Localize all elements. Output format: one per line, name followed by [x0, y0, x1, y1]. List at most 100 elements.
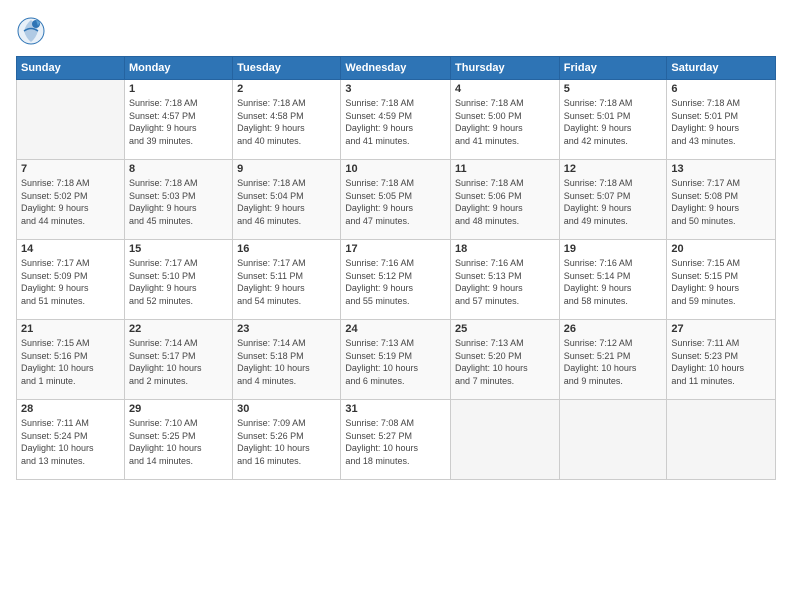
day-info: Sunrise: 7:14 AMSunset: 5:17 PMDaylight:… — [129, 337, 228, 387]
logo — [16, 16, 50, 46]
day-number: 11 — [455, 163, 555, 175]
day-number: 13 — [671, 163, 771, 175]
calendar-week-row: 7 Sunrise: 7:18 AMSunset: 5:02 PMDaylight… — [17, 160, 776, 240]
day-number: 4 — [455, 83, 555, 95]
day-info: Sunrise: 7:18 AMSunset: 5:03 PMDaylight:… — [129, 177, 228, 227]
calendar-cell: 31 Sunrise: 7:08 AMSunset: 5:27 PMDayligh… — [341, 400, 451, 480]
calendar-cell: 10 Sunrise: 7:18 AMSunset: 5:05 PMDayligh… — [341, 160, 451, 240]
day-info: Sunrise: 7:15 AMSunset: 5:15 PMDaylight:… — [671, 257, 771, 307]
calendar-day-header: Tuesday — [233, 57, 341, 80]
calendar-cell: 9 Sunrise: 7:18 AMSunset: 5:04 PMDaylight… — [233, 160, 341, 240]
calendar-day-header: Thursday — [451, 57, 560, 80]
day-info: Sunrise: 7:17 AMSunset: 5:08 PMDaylight:… — [671, 177, 771, 227]
calendar-cell: 29 Sunrise: 7:10 AMSunset: 5:25 PMDayligh… — [124, 400, 232, 480]
day-info: Sunrise: 7:09 AMSunset: 5:26 PMDaylight:… — [237, 417, 336, 467]
day-info: Sunrise: 7:14 AMSunset: 5:18 PMDaylight:… — [237, 337, 336, 387]
day-number: 26 — [564, 323, 663, 335]
day-info: Sunrise: 7:18 AMSunset: 4:59 PMDaylight:… — [345, 97, 446, 147]
day-info: Sunrise: 7:18 AMSunset: 5:04 PMDaylight:… — [237, 177, 336, 227]
day-number: 29 — [129, 403, 228, 415]
day-number: 23 — [237, 323, 336, 335]
calendar-day-header: Wednesday — [341, 57, 451, 80]
calendar-cell: 21 Sunrise: 7:15 AMSunset: 5:16 PMDayligh… — [17, 320, 125, 400]
calendar-cell: 20 Sunrise: 7:15 AMSunset: 5:15 PMDayligh… — [667, 240, 776, 320]
calendar-day-header: Saturday — [667, 57, 776, 80]
calendar-cell: 5Sunrise: 7:18 AMSunset: 5:01 PMDaylight… — [559, 80, 667, 160]
day-number: 16 — [237, 243, 336, 255]
calendar-day-header: Monday — [124, 57, 232, 80]
calendar-cell — [451, 400, 560, 480]
calendar-cell: 3 Sunrise: 7:18 AMSunset: 4:59 PMDaylight… — [341, 80, 451, 160]
day-info: Sunrise: 7:18 AMSunset: 4:58 PMDaylight:… — [237, 97, 336, 147]
calendar-week-row: 1Sunrise: 7:18 AMSunset: 4:57 PMDaylight… — [17, 80, 776, 160]
day-number: 21 — [21, 323, 120, 335]
day-info: Sunrise: 7:16 AMSunset: 5:14 PMDaylight:… — [564, 257, 663, 307]
day-number: 30 — [237, 403, 336, 415]
day-number: 3 — [345, 83, 446, 95]
calendar-week-row: 14 Sunrise: 7:17 AMSunset: 5:09 PMDayligh… — [17, 240, 776, 320]
calendar-cell: 28 Sunrise: 7:11 AMSunset: 5:24 PMDayligh… — [17, 400, 125, 480]
calendar-cell — [667, 400, 776, 480]
page-header — [16, 16, 776, 46]
day-number: 27 — [671, 323, 771, 335]
calendar-header-row: SundayMondayTuesdayWednesdayThursdayFrid… — [17, 57, 776, 80]
calendar-cell: 15Sunrise: 7:17 AMSunset: 5:10 PMDayligh… — [124, 240, 232, 320]
day-info: Sunrise: 7:18 AMSunset: 5:02 PMDaylight:… — [21, 177, 120, 227]
day-info: Sunrise: 7:15 AMSunset: 5:16 PMDaylight:… — [21, 337, 120, 387]
calendar-day-header: Friday — [559, 57, 667, 80]
calendar-table: SundayMondayTuesdayWednesdayThursdayFrid… — [16, 56, 776, 480]
day-info: Sunrise: 7:17 AMSunset: 5:11 PMDaylight:… — [237, 257, 336, 307]
day-info: Sunrise: 7:18 AMSunset: 5:05 PMDaylight:… — [345, 177, 446, 227]
calendar-week-row: 21 Sunrise: 7:15 AMSunset: 5:16 PMDayligh… — [17, 320, 776, 400]
day-info: Sunrise: 7:18 AMSunset: 5:07 PMDaylight:… — [564, 177, 663, 227]
calendar-cell: 14 Sunrise: 7:17 AMSunset: 5:09 PMDayligh… — [17, 240, 125, 320]
day-number: 7 — [21, 163, 120, 175]
calendar-cell: 23 Sunrise: 7:14 AMSunset: 5:18 PMDayligh… — [233, 320, 341, 400]
day-number: 9 — [237, 163, 336, 175]
day-number: 19 — [564, 243, 663, 255]
day-number: 24 — [345, 323, 446, 335]
day-number: 10 — [345, 163, 446, 175]
day-number: 18 — [455, 243, 555, 255]
day-info: Sunrise: 7:11 AMSunset: 5:23 PMDaylight:… — [671, 337, 771, 387]
calendar-cell: 6Sunrise: 7:18 AMSunset: 5:01 PMDaylight… — [667, 80, 776, 160]
day-number: 15 — [129, 243, 228, 255]
calendar-cell — [17, 80, 125, 160]
day-number: 22 — [129, 323, 228, 335]
calendar-cell: 13 Sunrise: 7:17 AMSunset: 5:08 PMDayligh… — [667, 160, 776, 240]
day-number: 8 — [129, 163, 228, 175]
day-info: Sunrise: 7:18 AMSunset: 5:06 PMDaylight:… — [455, 177, 555, 227]
calendar-cell — [559, 400, 667, 480]
day-number: 28 — [21, 403, 120, 415]
calendar-cell: 12 Sunrise: 7:18 AMSunset: 5:07 PMDayligh… — [559, 160, 667, 240]
day-info: Sunrise: 7:18 AMSunset: 5:01 PMDaylight:… — [671, 97, 771, 147]
calendar-cell: 17Sunrise: 7:16 AMSunset: 5:12 PMDayligh… — [341, 240, 451, 320]
day-number: 2 — [237, 83, 336, 95]
calendar-cell: 27 Sunrise: 7:11 AMSunset: 5:23 PMDayligh… — [667, 320, 776, 400]
day-info: Sunrise: 7:18 AMSunset: 5:00 PMDaylight:… — [455, 97, 555, 147]
calendar-cell: 19 Sunrise: 7:16 AMSunset: 5:14 PMDayligh… — [559, 240, 667, 320]
day-number: 31 — [345, 403, 446, 415]
day-number: 1 — [129, 83, 228, 95]
day-info: Sunrise: 7:13 AMSunset: 5:19 PMDaylight:… — [345, 337, 446, 387]
day-number: 14 — [21, 243, 120, 255]
day-number: 25 — [455, 323, 555, 335]
day-number: 20 — [671, 243, 771, 255]
calendar-cell: 18 Sunrise: 7:16 AMSunset: 5:13 PMDayligh… — [451, 240, 560, 320]
day-info: Sunrise: 7:11 AMSunset: 5:24 PMDaylight:… — [21, 417, 120, 467]
calendar-cell: 8 Sunrise: 7:18 AMSunset: 5:03 PMDaylight… — [124, 160, 232, 240]
day-info: Sunrise: 7:10 AMSunset: 5:25 PMDaylight:… — [129, 417, 228, 467]
day-info: Sunrise: 7:08 AMSunset: 5:27 PMDaylight:… — [345, 417, 446, 467]
calendar-cell: 24 Sunrise: 7:13 AMSunset: 5:19 PMDayligh… — [341, 320, 451, 400]
day-info: Sunrise: 7:17 AMSunset: 5:09 PMDaylight:… — [21, 257, 120, 307]
day-number: 12 — [564, 163, 663, 175]
calendar-cell: 25Sunrise: 7:13 AMSunset: 5:20 PMDayligh… — [451, 320, 560, 400]
calendar-cell: 4 Sunrise: 7:18 AMSunset: 5:00 PMDaylight… — [451, 80, 560, 160]
day-number: 17 — [345, 243, 446, 255]
calendar-week-row: 28 Sunrise: 7:11 AMSunset: 5:24 PMDayligh… — [17, 400, 776, 480]
calendar-cell: 1Sunrise: 7:18 AMSunset: 4:57 PMDaylight… — [124, 80, 232, 160]
calendar-cell: 30 Sunrise: 7:09 AMSunset: 5:26 PMDayligh… — [233, 400, 341, 480]
day-info: Sunrise: 7:16 AMSunset: 5:13 PMDaylight:… — [455, 257, 555, 307]
day-info: Sunrise: 7:12 AMSunset: 5:21 PMDaylight:… — [564, 337, 663, 387]
calendar-cell: 2 Sunrise: 7:18 AMSunset: 4:58 PMDaylight… — [233, 80, 341, 160]
